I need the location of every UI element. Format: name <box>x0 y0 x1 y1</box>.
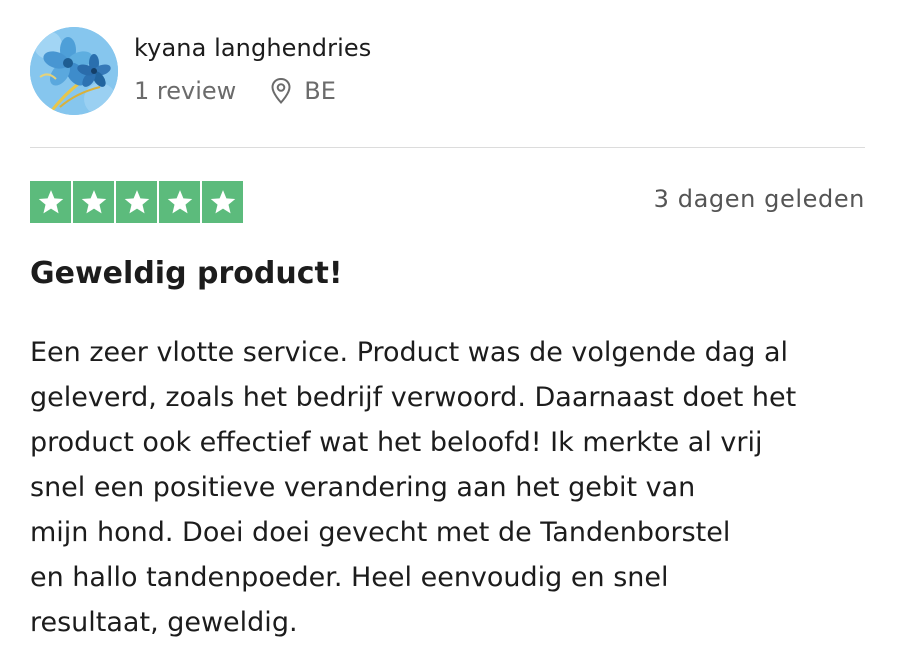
location-pin-icon <box>271 77 291 104</box>
review-card: kyana langhendries 1 review BE 3 dagen g… <box>0 0 898 672</box>
review-body-line: geleverd, zoals het bedrijf verwoord. Da… <box>30 382 797 413</box>
avatar[interactable] <box>30 27 118 115</box>
star-icon <box>124 190 149 214</box>
divider <box>30 147 865 148</box>
star-5 <box>202 181 243 223</box>
review-body-line: en hallo tandenpoeder. Heel eenvoudig en… <box>30 562 669 593</box>
review-body-line: product ook effectief wat het beloofd! I… <box>30 427 763 458</box>
star-icon <box>81 190 106 214</box>
review-date: 3 dagen geleden <box>653 185 865 213</box>
reviewer-location: BE <box>270 76 336 106</box>
star-2 <box>73 181 114 223</box>
reviewer-country: BE <box>304 77 336 105</box>
rating-row: 3 dagen geleden <box>30 181 865 223</box>
star-icon <box>167 190 192 214</box>
review-title[interactable]: Geweldig product! <box>30 256 343 291</box>
review-body-line: Een zeer vlotte service. Product was de … <box>30 337 789 368</box>
flower-avatar-icon <box>30 27 118 115</box>
reviewer-header: kyana langhendries 1 review BE <box>30 27 371 117</box>
review-count: 1 review <box>134 77 237 105</box>
reviewer-name[interactable]: kyana langhendries <box>134 33 371 63</box>
star-icon <box>38 190 63 214</box>
reviewer-info: kyana langhendries 1 review BE <box>134 27 371 106</box>
review-body-line: resultaat, geweldig. <box>30 607 298 638</box>
star-3 <box>116 181 157 223</box>
star-1 <box>30 181 71 223</box>
star-4 <box>159 181 200 223</box>
star-icon <box>210 190 235 214</box>
reviewer-meta: 1 review BE <box>134 76 371 106</box>
review-body-line: mijn hond. Doei doei gevecht met de Tand… <box>30 517 731 548</box>
review-body: Een zeer vlotte service. Product was de … <box>30 330 870 645</box>
review-body-line: snel een positieve verandering aan het g… <box>30 472 696 503</box>
